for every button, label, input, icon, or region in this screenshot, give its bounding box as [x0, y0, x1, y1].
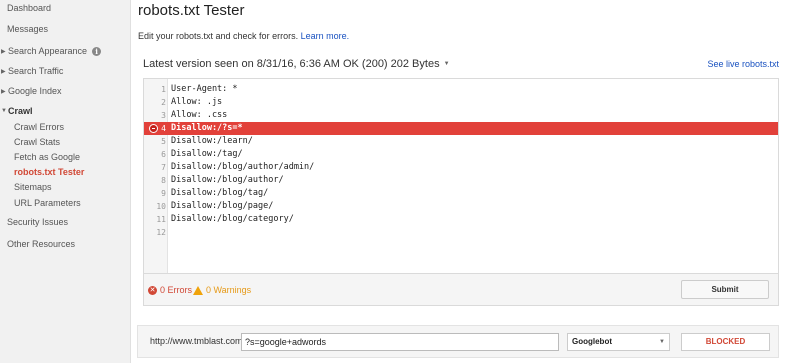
error-marker-icon — [149, 124, 158, 133]
url-test-bar: http://www.tmblast.com/ ?s=google+adword… — [137, 325, 779, 358]
line-text — [168, 226, 171, 239]
sidebar-item-label: Security Issues — [7, 217, 69, 227]
robots-editor[interactable]: 1 User-Agent: * 2 Allow: .js 3 Allow: .css 4 Di… — [143, 78, 779, 306]
code-line[interactable]: 2 Allow: .js — [144, 96, 778, 109]
line-number: 5 — [161, 137, 166, 146]
test-url-input[interactable]: ?s=google+adwords — [241, 333, 559, 351]
sidebar-item-google-index[interactable]: ▶ Google Index — [0, 85, 131, 97]
sidebar-item-label: Crawl Errors — [14, 122, 65, 132]
sidebar-item-search-appearance[interactable]: ▶ Search Appearance i — [0, 45, 131, 57]
line-text: Disallow:/?s=* — [171, 123, 243, 133]
line-number: 6 — [161, 150, 166, 159]
line-number: 9 — [161, 189, 166, 198]
learn-more-link[interactable]: Learn more. — [301, 31, 350, 41]
user-agent-select[interactable]: Googlebot ▼ — [567, 333, 670, 351]
errors-count: ✕ 0 Errors — [148, 285, 192, 295]
code-line[interactable]: 1 User-Agent: * — [144, 83, 778, 96]
line-text: Disallow:/blog/category/ — [171, 214, 294, 224]
chevron-right-icon: ▶ — [1, 88, 6, 95]
sidebar-item-url-parameters[interactable]: URL Parameters — [0, 197, 131, 209]
sidebar-item-security-issues[interactable]: Security Issues — [0, 216, 131, 228]
error-icon: ✕ — [148, 285, 157, 295]
line-number: 11 — [156, 215, 166, 224]
errors-label: 0 Errors — [160, 285, 193, 295]
line-text: Disallow:/blog/page/ — [171, 201, 274, 211]
chevron-down-icon: ▼ — [443, 61, 450, 67]
line-text: User-Agent: * — [171, 84, 238, 94]
chevron-right-icon: ▶ — [1, 48, 6, 55]
line-number: 7 — [161, 163, 166, 172]
info-icon[interactable]: i — [92, 46, 102, 56]
app-root: Dashboard Messages ▶ Search Appearance i… — [0, 0, 800, 363]
sidebar-item-sitemaps[interactable]: Sitemaps — [0, 181, 131, 193]
version-text: Latest version seen on 8/31/16, 6:36 AM … — [143, 58, 440, 70]
line-number: 3 — [161, 111, 166, 120]
sidebar-item-label: Search Traffic — [8, 66, 64, 76]
line-text: Allow: .css — [171, 110, 228, 120]
chevron-right-icon: ▶ — [1, 68, 6, 75]
code-line[interactable]: 12 — [144, 226, 778, 239]
sidebar-item-label: Crawl — [8, 106, 33, 116]
sidebar-item-label: Other Resources — [7, 239, 76, 249]
code-line[interactable]: 10 Disallow:/blog/page/ — [144, 200, 778, 213]
line-number: 8 — [161, 176, 166, 185]
sidebar-item-label: URL Parameters — [14, 198, 81, 208]
test-result-badge[interactable]: BLOCKED — [681, 333, 770, 351]
description-text: Edit your robots.txt and check for error… — [138, 31, 299, 41]
sidebar-item-label: Fetch as Google — [14, 152, 81, 162]
sidebar-item-label: robots.txt Tester — [14, 167, 85, 177]
sidebar-item-label: Search Appearance — [8, 46, 88, 56]
code-line-error[interactable]: 4 Disallow:/?s=* — [144, 122, 778, 135]
line-text: Disallow:/blog/author/ — [171, 175, 284, 185]
page-description: Edit your robots.txt and check for error… — [138, 31, 349, 41]
url-prefix: http://www.tmblast.com/ — [150, 336, 246, 346]
line-number: 1 — [161, 85, 166, 94]
code-line[interactable]: 9 Disallow:/blog/tag/ — [144, 187, 778, 200]
code-line[interactable]: 8 Disallow:/blog/author/ — [144, 174, 778, 187]
line-text: Disallow:/blog/author/admin/ — [171, 162, 315, 172]
line-text: Disallow:/learn/ — [171, 136, 253, 146]
chevron-down-icon: ▼ — [659, 339, 665, 345]
sidebar: Dashboard Messages ▶ Search Appearance i… — [0, 0, 131, 363]
line-text: Allow: .js — [171, 97, 223, 107]
sidebar-item-label: Google Index — [8, 86, 62, 96]
version-dropdown[interactable]: Latest version seen on 8/31/16, 6:36 AM … — [143, 58, 450, 70]
sidebar-item-messages[interactable]: Messages — [0, 23, 131, 35]
code-line[interactable]: 6 Disallow:/tag/ — [144, 148, 778, 161]
sidebar-item-dashboard[interactable]: Dashboard — [0, 2, 131, 14]
sidebar-item-search-traffic[interactable]: ▶ Search Traffic — [0, 65, 131, 77]
sidebar-item-crawl-stats[interactable]: Crawl Stats — [0, 136, 131, 148]
line-number: 10 — [156, 202, 166, 211]
code-line[interactable]: 5 Disallow:/learn/ — [144, 135, 778, 148]
line-text: Disallow:/blog/tag/ — [171, 188, 269, 198]
chevron-down-icon: ▼ — [1, 108, 7, 114]
warnings-label: 0 Warnings — [206, 285, 252, 295]
sidebar-item-label: Messages — [7, 24, 49, 34]
sidebar-item-robots-txt-tester[interactable]: robots.txt Tester — [0, 166, 131, 178]
sidebar-item-other-resources[interactable]: Other Resources — [0, 238, 131, 250]
user-agent-value: Googlebot — [572, 337, 612, 346]
submit-button[interactable]: Submit — [681, 280, 769, 299]
code-line[interactable]: 7 Disallow:/blog/author/admin/ — [144, 161, 778, 174]
line-number: 12 — [156, 228, 166, 237]
code-line[interactable]: 11 Disallow:/blog/category/ — [144, 213, 778, 226]
sidebar-item-crawl[interactable]: ▼ Crawl — [0, 105, 131, 117]
sidebar-item-label: Sitemaps — [14, 182, 52, 192]
sidebar-item-label: Crawl Stats — [14, 137, 61, 147]
see-live-robots-link[interactable]: See live robots.txt — [707, 59, 779, 69]
warnings-count: 0 Warnings — [193, 285, 251, 295]
line-number: 2 — [161, 98, 166, 107]
warning-icon — [193, 285, 203, 295]
page-title: robots.txt Tester — [138, 2, 245, 19]
sidebar-item-crawl-errors[interactable]: Crawl Errors — [0, 121, 131, 133]
editor-footer: ✕ 0 Errors 0 Warnings Submit — [144, 273, 778, 305]
sidebar-item-fetch-as-google[interactable]: Fetch as Google — [0, 151, 131, 163]
sidebar-item-label: Dashboard — [7, 3, 52, 13]
line-text: Disallow:/tag/ — [171, 149, 243, 159]
code-line[interactable]: 3 Allow: .css — [144, 109, 778, 122]
